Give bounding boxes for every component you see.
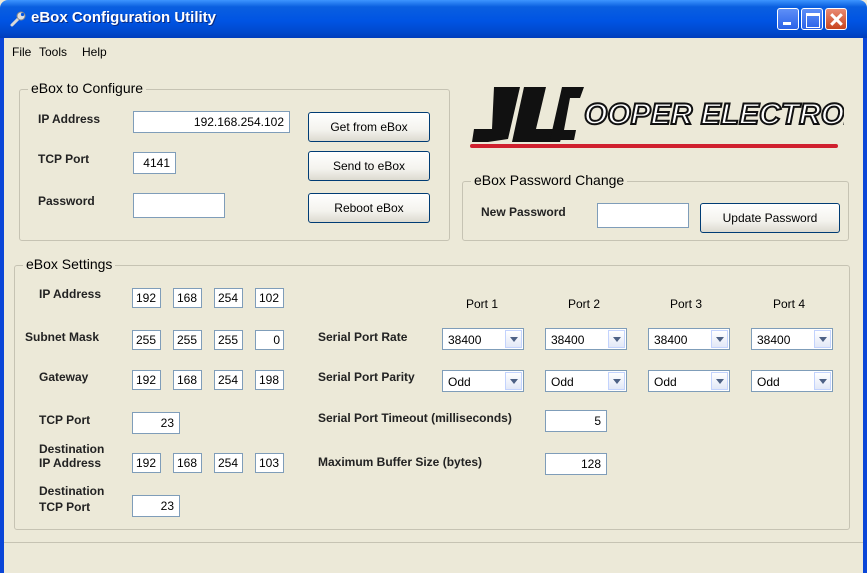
jl-cooper-logo: OOPER ELECTRONICS (470, 87, 844, 148)
window-title: eBox Configuration Utility (31, 9, 216, 26)
chevron-down-icon (608, 330, 625, 348)
configure-password-input[interactable] (133, 193, 225, 218)
dest-ip-octet-2[interactable]: 168 (173, 453, 202, 473)
settings-ip-octet-1[interactable]: 192 (132, 288, 161, 308)
port-2-rate-value: 38400 (551, 333, 585, 347)
settings-ip-octet-2[interactable]: 168 (173, 288, 202, 308)
port-4-parity-select[interactable]: Odd (751, 370, 833, 392)
serial-port-rate-label: Serial Port Rate (318, 330, 408, 344)
port-1-rate-value: 38400 (448, 333, 482, 347)
destination-ip-label-line1: Destination (39, 442, 105, 456)
port-3-rate-value: 38400 (654, 333, 688, 347)
configure-ip-label: IP Address (38, 112, 101, 126)
port-4-rate-value: 38400 (757, 333, 791, 347)
port-2-parity-select[interactable]: Odd (545, 370, 627, 392)
menu-help[interactable]: Help (82, 45, 107, 59)
dest-ip-octet-3[interactable]: 254 (214, 453, 243, 473)
configure-ip-input[interactable]: 192.168.254.102 (133, 111, 290, 133)
logo-text: OOPER ELECTRONICS (584, 98, 844, 131)
configure-password-label: Password (38, 194, 95, 208)
subnet-mask-label: Subnet Mask (25, 330, 100, 344)
password-change-group: eBox Password Change New Password Update… (462, 172, 849, 241)
port-1-rate-select[interactable]: 38400 (442, 328, 524, 350)
get-from-ebox-button[interactable]: Get from eBox (308, 112, 430, 142)
port-2-header: Port 2 (568, 297, 601, 311)
configure-group-title: eBox to Configure (28, 80, 147, 96)
settings-group: eBox Settings IP Address 192 168 254 102… (14, 256, 850, 530)
app-window: eBox Configuration Utility File Tools He… (0, 0, 867, 573)
buffer-size-input[interactable]: 128 (545, 453, 607, 475)
window-border-right (863, 38, 867, 573)
configure-port-label: TCP Port (38, 152, 90, 166)
settings-group-title: eBox Settings (23, 256, 116, 272)
settings-ip-octet-3[interactable]: 254 (214, 288, 243, 308)
chevron-down-icon (814, 372, 831, 390)
gateway-octet-1[interactable]: 192 (132, 370, 161, 390)
status-bar (4, 542, 863, 569)
title-bar[interactable]: eBox Configuration Utility (0, 0, 867, 38)
chevron-down-icon (505, 372, 522, 390)
chevron-down-icon (814, 330, 831, 348)
port-2-parity-value: Odd (551, 375, 574, 389)
port-3-header: Port 3 (670, 297, 703, 311)
settings-ip-label: IP Address (39, 287, 102, 301)
destination-port-input[interactable]: 23 (132, 495, 180, 517)
new-password-label: New Password (481, 205, 566, 219)
dest-ip-octet-1[interactable]: 192 (132, 453, 161, 473)
close-button[interactable] (825, 8, 847, 30)
update-password-button[interactable]: Update Password (700, 203, 840, 233)
port-3-parity-select[interactable]: Odd (648, 370, 730, 392)
reboot-ebox-button[interactable]: Reboot eBox (308, 193, 430, 223)
settings-tcp-port-input[interactable]: 23 (132, 412, 180, 434)
maximize-button[interactable] (801, 8, 823, 30)
gateway-octet-2[interactable]: 168 (173, 370, 202, 390)
settings-ip-octet-4[interactable]: 102 (255, 288, 284, 308)
destination-port-label-line1: Destination (39, 484, 105, 498)
port-3-parity-value: Odd (654, 375, 677, 389)
subnet-octet-3[interactable]: 255 (214, 330, 243, 350)
port-2-rate-select[interactable]: 38400 (545, 328, 627, 350)
window-border-left (0, 38, 4, 573)
gateway-octet-3[interactable]: 254 (214, 370, 243, 390)
menu-file[interactable]: File (12, 45, 31, 59)
port-1-parity-value: Odd (448, 375, 471, 389)
port-4-rate-select[interactable]: 38400 (751, 328, 833, 350)
chevron-down-icon (608, 372, 625, 390)
port-1-header: Port 1 (466, 297, 499, 311)
dest-ip-octet-4[interactable]: 103 (255, 453, 284, 473)
chevron-down-icon (505, 330, 522, 348)
port-3-rate-select[interactable]: 38400 (648, 328, 730, 350)
serial-port-parity-label: Serial Port Parity (318, 370, 415, 384)
minimize-button[interactable] (777, 8, 799, 30)
port-4-parity-value: Odd (757, 375, 780, 389)
destination-ip-label-line2: IP Address (39, 456, 102, 470)
port-1-parity-select[interactable]: Odd (442, 370, 524, 392)
send-to-ebox-button[interactable]: Send to eBox (308, 151, 430, 181)
serial-timeout-label: Serial Port Timeout (milliseconds) (318, 411, 512, 425)
configure-port-input[interactable]: 4141 (133, 152, 176, 174)
configure-group: eBox to Configure IP Address 192.168.254… (19, 80, 450, 241)
password-change-title: eBox Password Change (471, 172, 628, 188)
serial-timeout-input[interactable]: 5 (545, 410, 607, 432)
menu-tools[interactable]: Tools (39, 45, 67, 59)
subnet-octet-1[interactable]: 255 (132, 330, 161, 350)
port-4-header: Port 4 (773, 297, 806, 311)
wrench-icon (10, 11, 26, 27)
gateway-octet-4[interactable]: 198 (255, 370, 284, 390)
gateway-label: Gateway (39, 370, 89, 384)
buffer-size-label: Maximum Buffer Size (bytes) (318, 455, 483, 469)
subnet-octet-4[interactable]: 0 (255, 330, 284, 350)
destination-port-label-line2: TCP Port (39, 500, 91, 514)
subnet-octet-2[interactable]: 255 (173, 330, 202, 350)
settings-tcp-port-label: TCP Port (39, 413, 91, 427)
new-password-input[interactable] (597, 203, 689, 228)
chevron-down-icon (711, 330, 728, 348)
chevron-down-icon (711, 372, 728, 390)
